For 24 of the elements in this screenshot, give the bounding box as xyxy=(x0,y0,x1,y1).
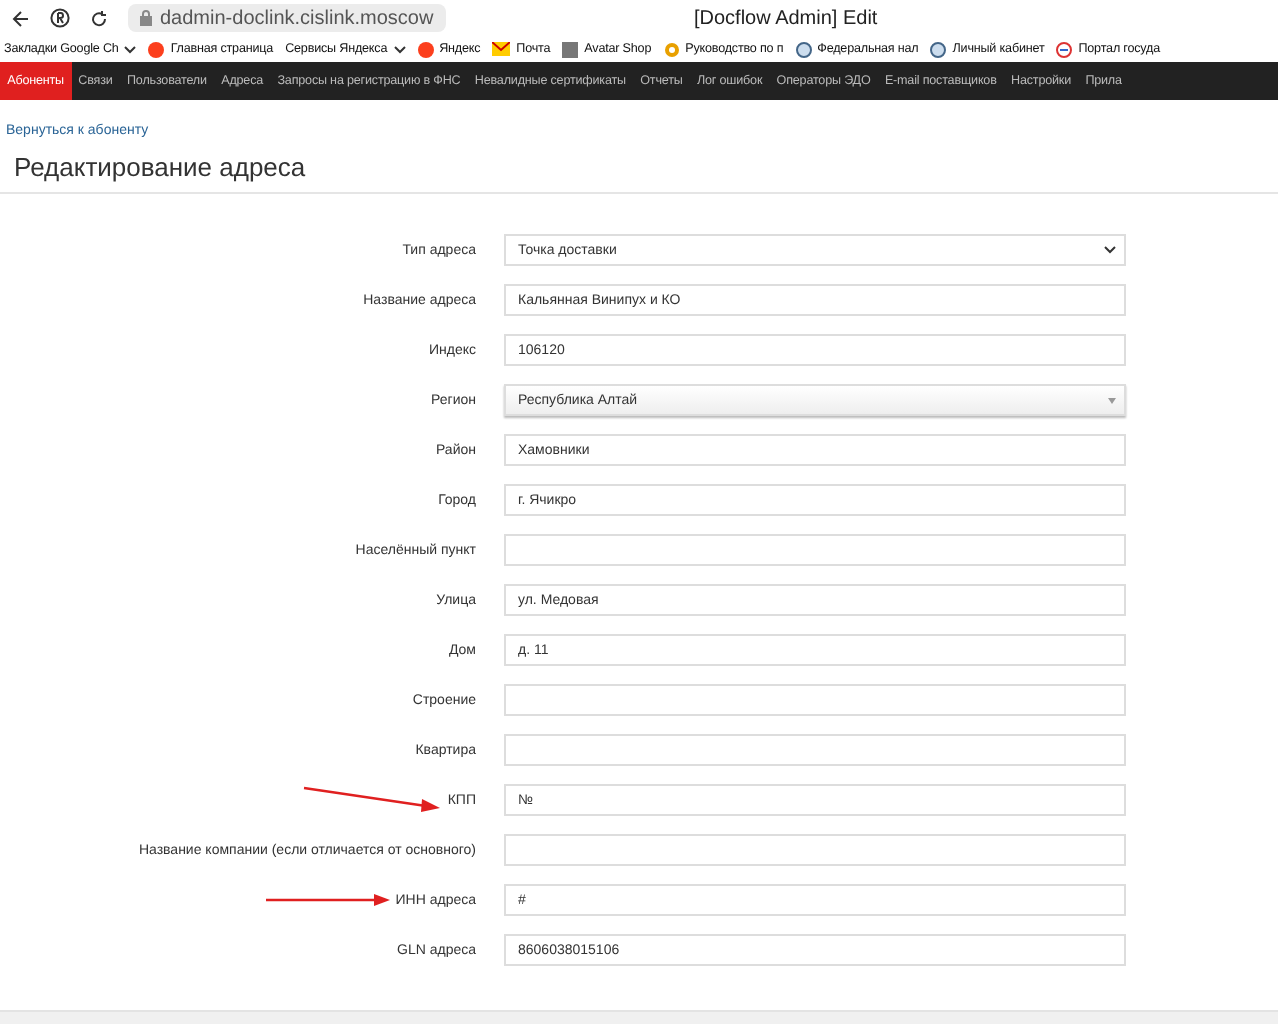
emblem-icon xyxy=(795,41,812,57)
window-title: [Docflow Admin] Edit xyxy=(692,7,880,29)
input-field[interactable] xyxy=(504,834,1126,866)
lock-icon xyxy=(140,10,152,26)
browser-logo-icon[interactable] xyxy=(50,8,70,28)
reload-icon[interactable] xyxy=(90,9,108,27)
page-heading: Редактирование адреса xyxy=(14,152,308,182)
arrow-annotation xyxy=(265,894,390,906)
caret-icon xyxy=(1104,246,1116,254)
arrow-annotation xyxy=(301,786,442,814)
caret-icon xyxy=(393,45,406,53)
input-field[interactable] xyxy=(504,684,1126,716)
yandex-icon xyxy=(148,41,165,57)
envelope-icon xyxy=(492,42,511,56)
back-icon[interactable] xyxy=(12,9,30,27)
emblem-icon xyxy=(1056,41,1073,57)
emblem-icon xyxy=(930,41,947,57)
input-field[interactable] xyxy=(504,534,1126,566)
yandex-icon xyxy=(417,41,434,57)
caret-icon xyxy=(124,45,137,53)
input-field[interactable] xyxy=(504,734,1126,766)
caret-icon xyxy=(1108,397,1116,403)
address-bar[interactable]: dadmin-doclink.cislink.moscow xyxy=(128,4,446,32)
url-text: dadmin-doclink.cislink.moscow xyxy=(160,7,434,29)
